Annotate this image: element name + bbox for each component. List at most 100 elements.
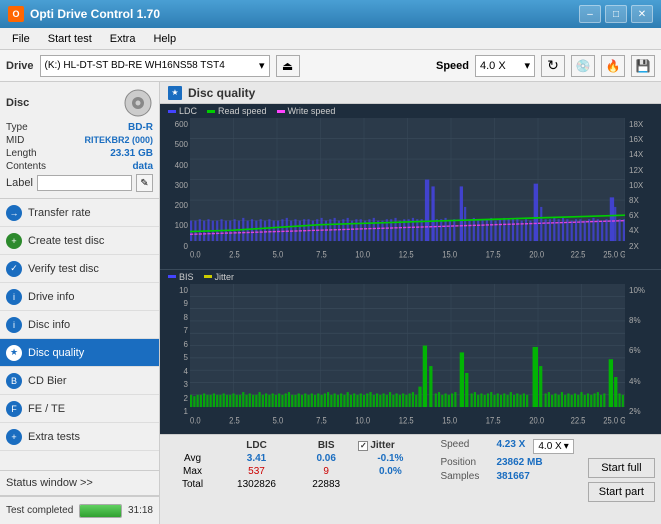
drive-select[interactable]: (K:) HL-DT-ST BD-RE WH16NS58 TST4 ▾ xyxy=(40,55,270,77)
y1-100: 100 xyxy=(175,221,188,230)
transfer-rate-icon: → xyxy=(6,205,22,221)
speed-info-label: Speed xyxy=(440,439,492,454)
legend-bis: BIS xyxy=(168,272,194,282)
svg-text:22.5: 22.5 xyxy=(571,249,586,260)
maximize-button[interactable]: □ xyxy=(605,5,627,23)
menu-bar: File Start test Extra Help xyxy=(0,28,661,50)
legend-read: Read speed xyxy=(207,106,267,116)
extra-tests-label: Extra tests xyxy=(28,431,80,443)
sidebar-item-fe-te[interactable]: F FE / TE xyxy=(0,395,159,423)
sidebar-item-drive-info[interactable]: i Drive info xyxy=(0,283,159,311)
disc-quality-label: Disc quality xyxy=(28,347,84,359)
sidebar-bottom: Status window >> Test completed 31:18 xyxy=(0,470,159,524)
total-bis-val: 22883 xyxy=(296,478,356,491)
disc-label-input[interactable] xyxy=(37,175,132,191)
position-val: 23862 MB xyxy=(496,457,542,468)
menu-extra[interactable]: Extra xyxy=(102,31,144,47)
chart1-main: 600 500 400 300 200 100 0 xyxy=(160,118,661,269)
disc-quality-title: Disc quality xyxy=(188,86,255,100)
write-dot xyxy=(277,110,285,113)
total-row-label: Total xyxy=(168,478,217,491)
disc-quality-header-icon: ★ xyxy=(168,86,182,100)
sidebar-item-extra-tests[interactable]: + Extra tests xyxy=(0,423,159,451)
eject-button[interactable]: ⏏ xyxy=(276,55,300,77)
bis-dot xyxy=(168,275,176,278)
col-jitter-header: ✓ Jitter xyxy=(356,439,424,452)
avg-ldc-val: 3.41 xyxy=(217,452,296,465)
svg-text:5.0: 5.0 xyxy=(273,414,284,425)
disc-length-value: 23.31 GB xyxy=(110,148,153,159)
svg-text:20.0: 20.0 xyxy=(529,249,544,260)
svg-text:10.0: 10.0 xyxy=(355,414,370,425)
cd-bier-label: CD Bier xyxy=(28,375,67,387)
speed-arrow: ▾ xyxy=(524,59,530,72)
refresh-button[interactable]: ↻ xyxy=(541,55,565,77)
menu-file[interactable]: File xyxy=(4,31,38,47)
avg-jitter-val: -0.1% xyxy=(356,452,424,465)
sidebar-item-create-test-disc[interactable]: + Create test disc xyxy=(0,227,159,255)
chart2-area: BIS Jitter 10 9 8 7 6 5 xyxy=(160,270,661,435)
chart1-legend: LDC Read speed Write speed xyxy=(160,104,661,118)
yr1-12x: 12X xyxy=(629,166,643,175)
disc-type-label: Type xyxy=(6,122,28,133)
disc-mid-row: MID RITEKBR2 (000) xyxy=(6,135,153,146)
chart2-svg-container: 0.0 2.5 5.0 7.5 10.0 12.5 15.0 17.5 20.0… xyxy=(190,284,625,435)
burn-button[interactable]: 🔥 xyxy=(601,55,625,77)
disc-label-key: Label xyxy=(6,177,33,189)
extra-tests-icon: + xyxy=(6,429,22,445)
jitter-dot xyxy=(204,275,212,278)
close-button[interactable]: ✕ xyxy=(631,5,653,23)
read-dot xyxy=(207,110,215,113)
yr2-4pct: 4% xyxy=(629,377,641,386)
y2-8: 8 xyxy=(184,313,188,322)
time-display: 31:18 xyxy=(128,505,153,516)
stats-data-table: LDC BIS ✓ Jitter Avg 3.41 0.06 xyxy=(168,439,424,491)
svg-text:17.5: 17.5 xyxy=(486,414,501,425)
svg-text:5.0: 5.0 xyxy=(273,249,284,260)
minimize-button[interactable]: – xyxy=(579,5,601,23)
sidebar-item-disc-info[interactable]: i Disc info xyxy=(0,311,159,339)
charts-container: LDC Read speed Write speed 600 xyxy=(160,104,661,434)
title-bar-left: O Opti Drive Control 1.70 xyxy=(8,6,160,22)
samples-val: 381667 xyxy=(496,471,529,482)
chart1-area: LDC Read speed Write speed 600 xyxy=(160,104,661,270)
disc-label-edit-button[interactable]: ✎ xyxy=(136,174,153,192)
status-window-button[interactable]: Status window >> xyxy=(0,470,159,496)
speed-info-select[interactable]: 4.0 X ▾ xyxy=(533,439,573,454)
start-part-button[interactable]: Start part xyxy=(588,482,655,502)
sidebar-item-disc-quality[interactable]: ★ Disc quality xyxy=(0,339,159,367)
sidebar-item-cd-bier[interactable]: B CD Bier xyxy=(0,367,159,395)
svg-text:12.5: 12.5 xyxy=(399,249,414,260)
y1-400: 400 xyxy=(175,161,188,170)
speed-info-row: Speed 4.23 X 4.0 X ▾ xyxy=(440,439,573,454)
disc-button[interactable]: 💿 xyxy=(571,55,595,77)
y1-0: 0 xyxy=(184,242,188,251)
start-full-button[interactable]: Start full xyxy=(588,458,655,478)
y1-600: 600 xyxy=(175,120,188,129)
save-button[interactable]: 💾 xyxy=(631,55,655,77)
speed-select[interactable]: 4.0 X ▾ xyxy=(475,55,535,77)
stats-right: Speed 4.23 X 4.0 X ▾ Position 23862 MB S… xyxy=(432,435,581,524)
max-ldc-val: 537 xyxy=(217,465,296,478)
menu-start-test[interactable]: Start test xyxy=(40,31,100,47)
sidebar-item-verify-test-disc[interactable]: ✓ Verify test disc xyxy=(0,255,159,283)
y1-500: 500 xyxy=(175,140,188,149)
chart2-y-right: 10% 8% 6% 4% 2% xyxy=(625,284,661,435)
drive-select-value: (K:) HL-DT-ST BD-RE WH16NS58 TST4 xyxy=(45,60,225,71)
col-ldc-header: LDC xyxy=(217,439,296,452)
y1-200: 200 xyxy=(175,201,188,210)
sidebar-item-transfer-rate[interactable]: → Transfer rate xyxy=(0,199,159,227)
create-test-icon: + xyxy=(6,233,22,249)
disc-info-icon: i xyxy=(6,317,22,333)
col-empty xyxy=(168,439,217,452)
yr1-4x: 4X xyxy=(629,226,639,235)
samples-row: Samples 381667 xyxy=(440,471,573,482)
chart2-y-left: 10 9 8 7 6 5 4 3 2 1 xyxy=(160,284,190,435)
max-jitter-val: 0.0% xyxy=(356,465,424,478)
yr2-2pct: 2% xyxy=(629,407,641,416)
chart2-legend: BIS Jitter xyxy=(160,270,661,284)
yr1-2x: 2X xyxy=(629,242,639,251)
chart1-svg: 0.0 2.5 5.0 7.5 10.0 12.5 15.0 17.5 20.0… xyxy=(190,118,625,269)
menu-help[interactable]: Help xyxy=(145,31,184,47)
y2-9: 9 xyxy=(184,299,188,308)
